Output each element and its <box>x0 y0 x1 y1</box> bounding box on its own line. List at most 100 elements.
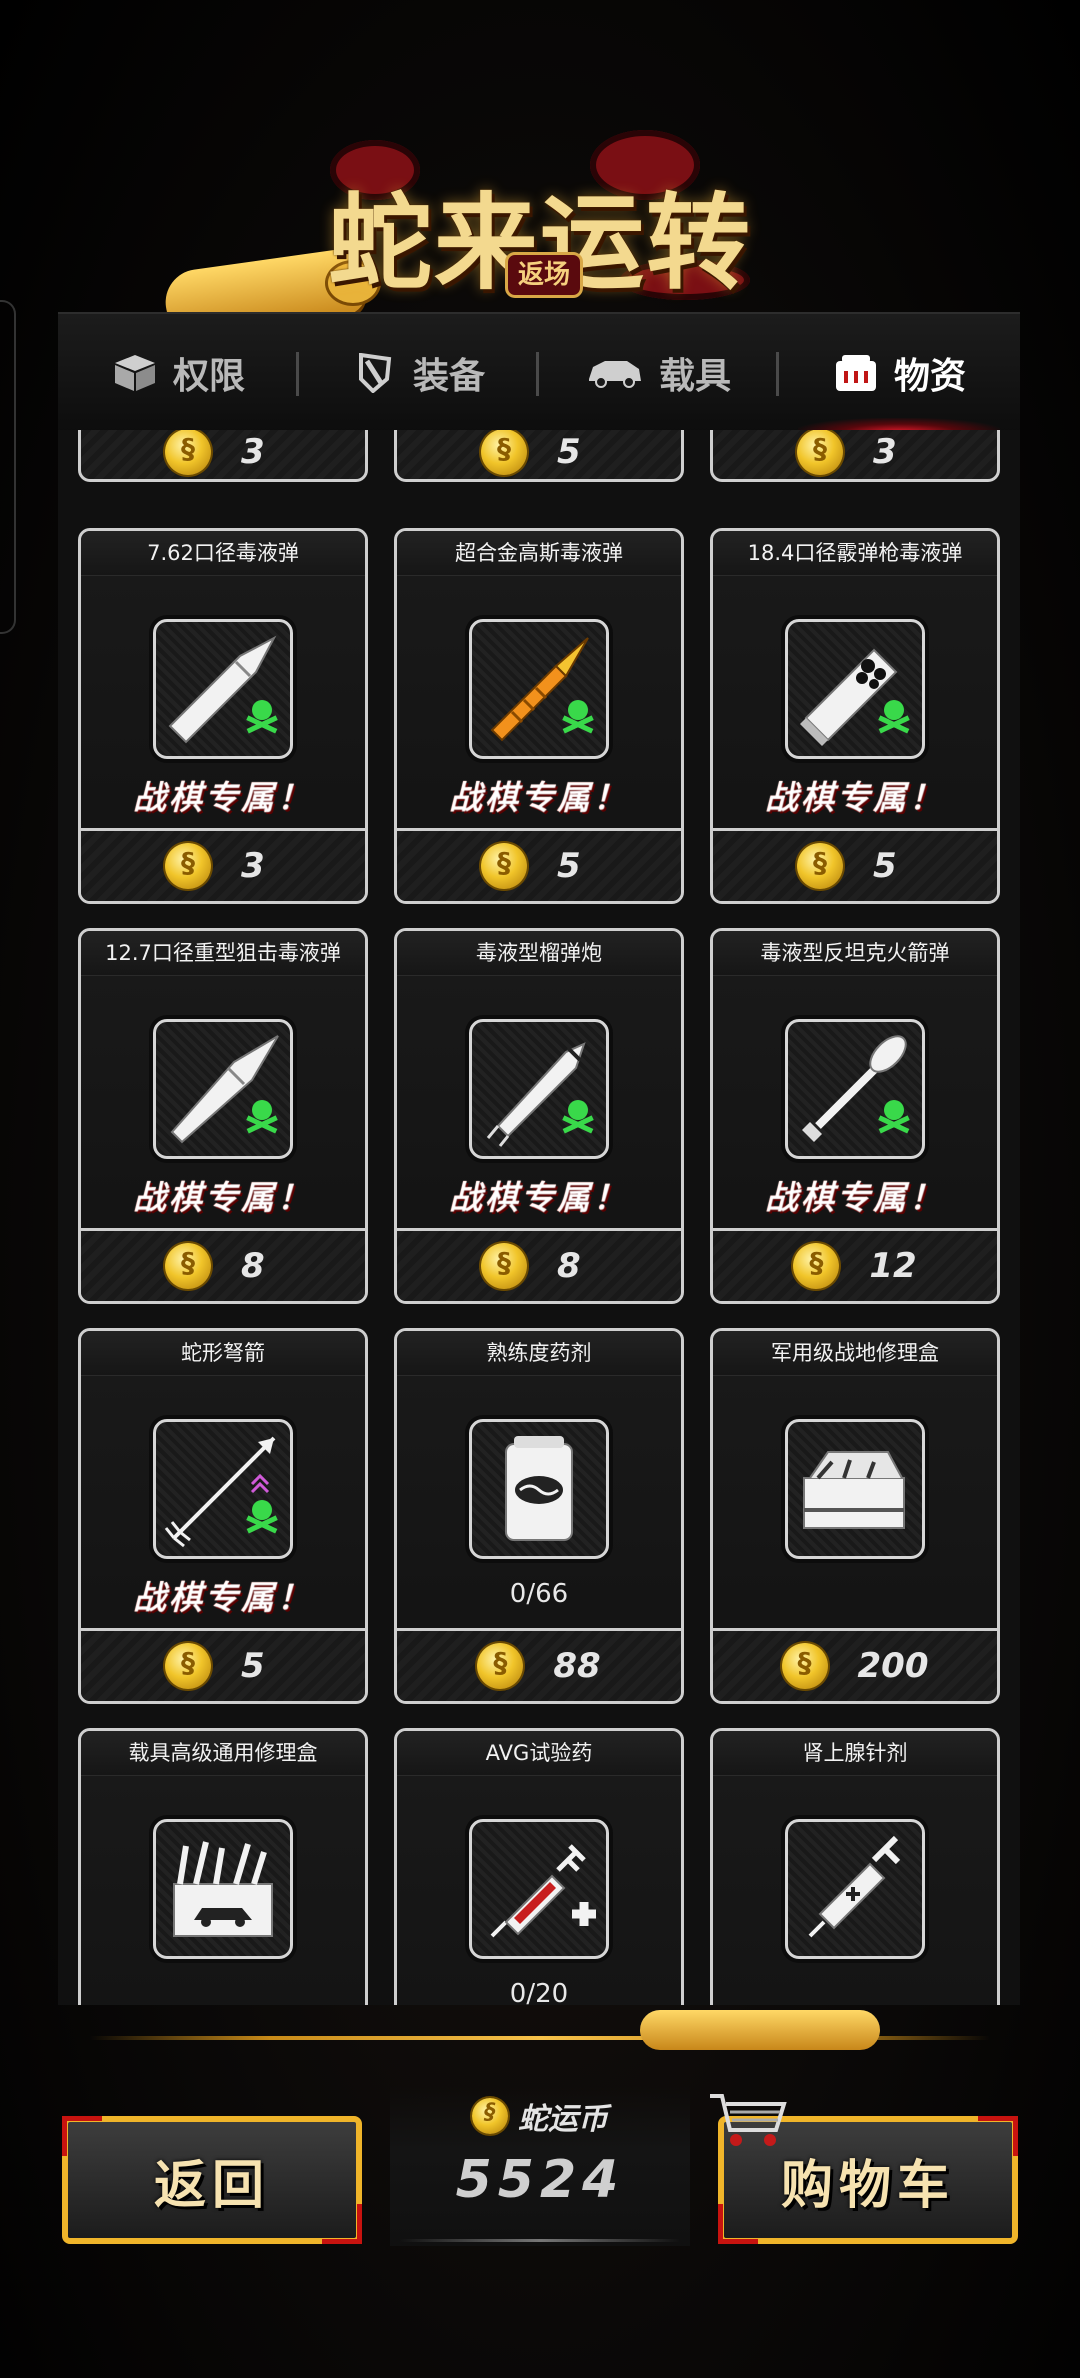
event-logo: 蛇来运转 返场 <box>0 110 1080 340</box>
item-price: 88 <box>553 1646 601 1686</box>
item-image <box>785 1419 925 1559</box>
exclusive-tag: 战棋专属！ <box>713 771 997 819</box>
item-card[interactable]: 毒液型反坦克火箭弹 战棋专属！ 12 <box>710 928 1000 1304</box>
cart-button-label: 购物车 <box>780 2155 955 2216</box>
price-bar: 88 <box>397 1628 681 1701</box>
item-progress: 0/66 <box>509 1579 569 1609</box>
coin-icon <box>165 1643 211 1689</box>
item-card[interactable]: 肾上腺针剂 <box>710 1728 1000 2005</box>
item-card[interactable]: 熟练度药剂 0/66 88 <box>394 1328 684 1704</box>
price-bar: 5 <box>713 828 997 901</box>
item-image <box>785 1819 925 1959</box>
tab-label: 权限 <box>172 356 245 397</box>
corner-ornament <box>62 2116 102 2156</box>
coin-icon <box>781 1643 828 1689</box>
item-card[interactable]: 7.62口径毒液弹 战棋专属！ 3 <box>78 528 368 904</box>
tab-permissions[interactable]: 权限 <box>58 314 298 432</box>
item-title: 超合金高斯毒液弹 <box>397 531 681 576</box>
currency-label-row: 蛇运币 <box>390 2094 690 2138</box>
price-bar: 12 <box>713 1228 997 1301</box>
item-image <box>785 1019 925 1159</box>
item-image <box>469 1419 609 1559</box>
item-title: 军用级战地修理盒 <box>713 1331 997 1376</box>
car-icon <box>588 361 641 388</box>
back-button[interactable]: 返回 <box>62 2116 362 2244</box>
side-drawer-handle[interactable] <box>0 300 16 634</box>
arrow-icon <box>164 1436 278 1548</box>
toolbox-icon <box>803 1451 905 1529</box>
item-title: 7.62口径毒液弹 <box>81 531 365 576</box>
gold-snake-ornament <box>640 2010 880 2050</box>
item-price: 3 <box>241 846 265 886</box>
item-price: 200 <box>857 1646 929 1686</box>
item-image <box>153 1019 293 1159</box>
coin-icon <box>477 1643 524 1689</box>
tab-label: 装备 <box>412 356 485 397</box>
item-title: 12.7口径重型狙击毒液弹 <box>81 931 365 976</box>
coin-icon <box>472 2098 508 2134</box>
shotgun-shell-icon <box>800 648 910 746</box>
coin-icon <box>793 1243 840 1289</box>
rifle-bullet-icon <box>168 635 278 744</box>
coin-icon <box>165 843 211 889</box>
corner-ornament <box>322 2204 362 2244</box>
currency-display: 蛇运币 5524 <box>390 2086 690 2246</box>
shield-icon <box>358 353 392 393</box>
item-price: 12 <box>869 1246 917 1286</box>
coin-icon <box>797 430 843 475</box>
coin-icon <box>165 430 211 475</box>
item-card[interactable]: AVG试验药 0/20 <box>394 1728 684 2005</box>
shopping-cart-icon <box>710 2094 787 2146</box>
item-card-partial[interactable]: 3 <box>710 430 1000 482</box>
syringe-plus-icon <box>490 1844 596 1938</box>
event-subtitle-badge: 返场 <box>505 252 583 298</box>
price-bar: 3 <box>81 828 365 901</box>
item-card[interactable]: 毒液型榴弹炮 战棋专属！ 8 <box>394 928 684 1304</box>
tab-equipment[interactable]: 装备 <box>298 314 538 432</box>
back-button-label: 返回 <box>153 2155 270 2216</box>
item-card[interactable]: 蛇形弩箭 战棋专属！ 5 <box>78 1328 368 1704</box>
item-card[interactable]: 超合金高斯毒液弹 战棋专属！ 5 <box>394 528 684 904</box>
price-bar: 5 <box>81 1628 365 1701</box>
item-title: 蛇形弩箭 <box>81 1331 365 1376</box>
item-card-partial[interactable]: 3 <box>78 430 368 482</box>
currency-underline <box>400 2239 680 2242</box>
corner-ornament <box>978 2116 1018 2156</box>
item-image <box>785 619 925 759</box>
item-card[interactable]: 12.7口径重型狙击毒液弹 战棋专属！ 8 <box>78 928 368 1304</box>
exclusive-tag: 战棋专属！ <box>397 1171 681 1219</box>
gauss-bullet-icon <box>490 637 594 742</box>
item-title: 熟练度药剂 <box>397 1331 681 1376</box>
shop-icon <box>835 355 876 391</box>
item-card[interactable]: 载具高级通用修理盒 <box>78 1728 368 2005</box>
tab-vehicles[interactable]: 载具 <box>538 314 778 432</box>
injector-icon <box>808 1835 901 1938</box>
item-grid[interactable]: 3 5 3 7.62口径毒液弹 战棋专属！ 3 超合金高斯毒液弹 <box>58 430 1020 2005</box>
item-image <box>153 619 293 759</box>
item-image <box>153 1819 293 1959</box>
tab-label: 物资 <box>893 356 966 397</box>
coin-icon <box>481 430 527 475</box>
item-card[interactable]: 军用级战地修理盒 200 <box>710 1328 1000 1704</box>
item-card[interactable]: 18.4口径霰弹枪毒液弹 战棋专属！ 5 <box>710 528 1000 904</box>
item-title: AVG试验药 <box>397 1731 681 1776</box>
item-price: 8 <box>557 1246 581 1286</box>
corner-ornament <box>718 2204 758 2244</box>
coin-icon <box>481 1243 527 1289</box>
coin-icon <box>481 843 527 889</box>
category-tabbar: 权限 装备 载具 物资 <box>58 312 1020 432</box>
tab-supplies[interactable]: 物资 <box>778 314 1020 432</box>
item-price: 3 <box>873 431 897 472</box>
potion-can-icon <box>505 1436 573 1541</box>
item-price: 5 <box>557 846 581 886</box>
currency-balance: 5524 <box>455 2150 625 2210</box>
grenade-shell-icon <box>486 1042 594 1147</box>
currency-label: 蛇运币 <box>518 2102 608 2137</box>
item-progress: 0/20 <box>509 1979 569 2005</box>
item-card-partial[interactable]: 5 <box>394 430 684 482</box>
rocket-icon <box>802 1035 910 1142</box>
item-image <box>469 1019 609 1159</box>
item-image <box>469 619 609 759</box>
box-icon <box>114 355 155 391</box>
exclusive-tag: 战棋专属！ <box>81 1171 365 1219</box>
